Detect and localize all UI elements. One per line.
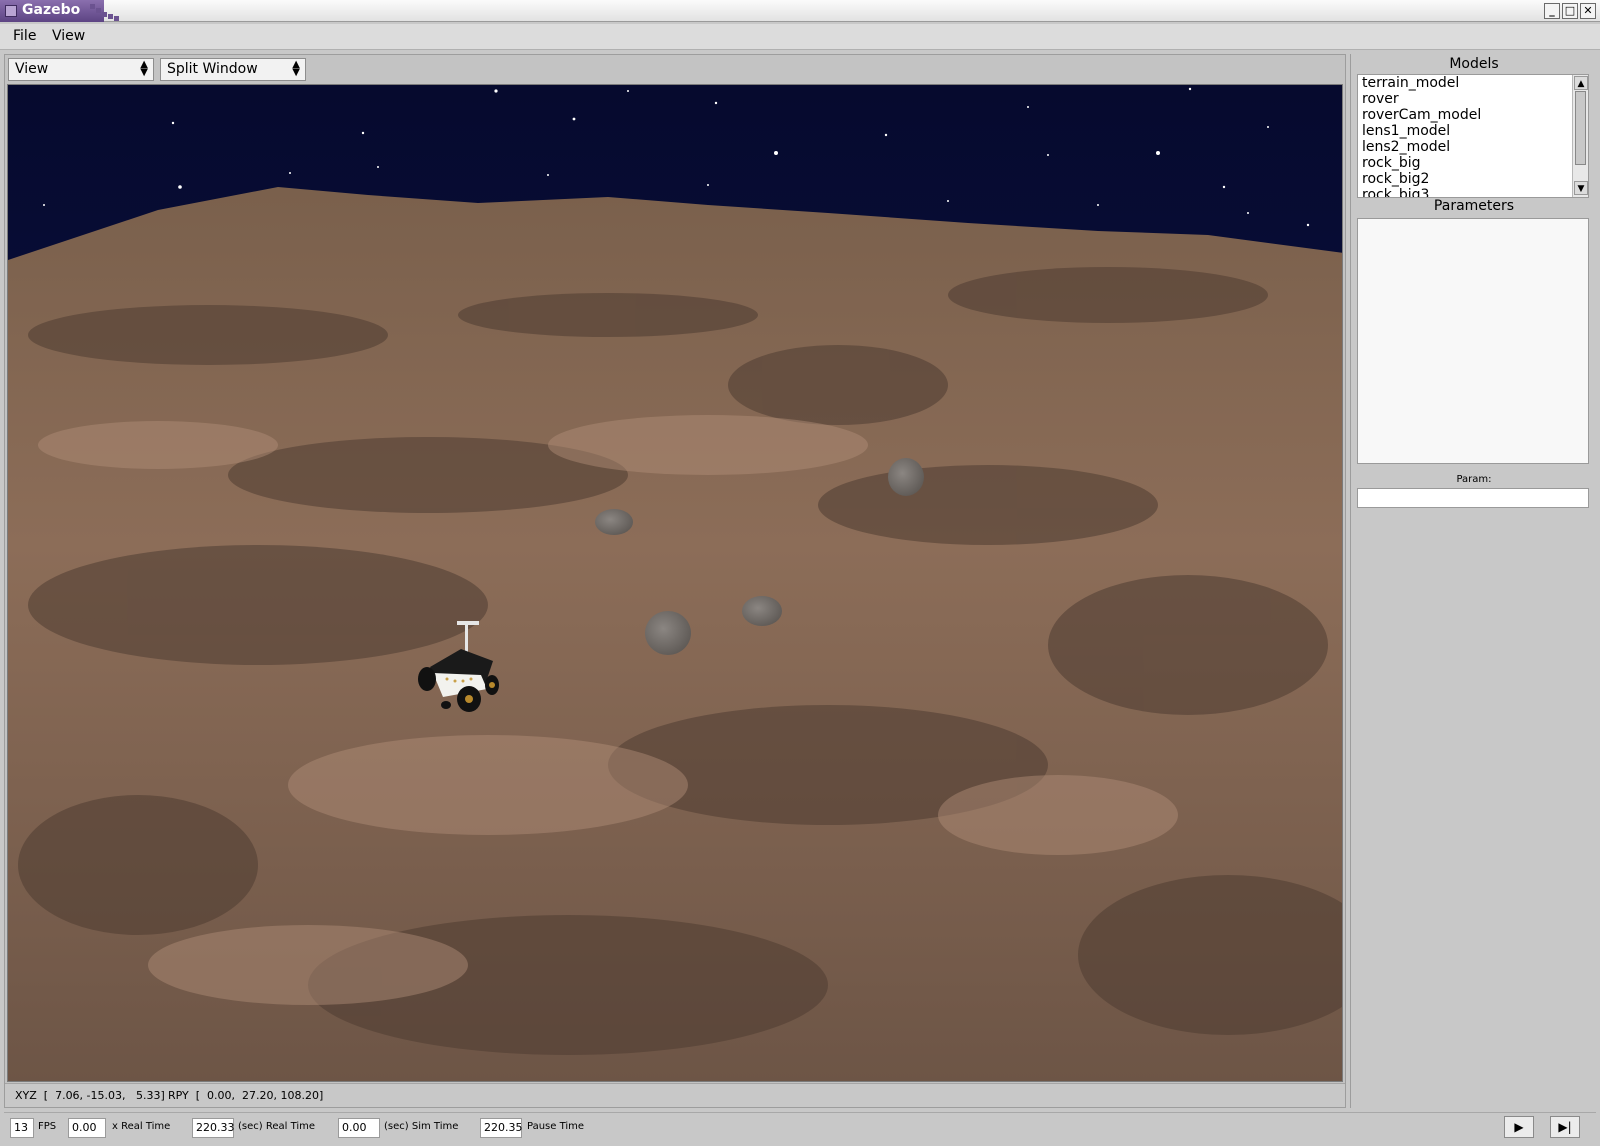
sim-time-field[interactable]: 0.00 xyxy=(338,1118,380,1138)
models-list[interactable]: terrain_model rover roverCam_model lens1… xyxy=(1357,74,1589,198)
minimize-icon[interactable]: _ xyxy=(1544,3,1560,19)
play-icon: ▶ xyxy=(1514,1120,1524,1134)
fps-field[interactable]: 13 xyxy=(10,1118,34,1138)
view-select[interactable]: View ▲ ▼ xyxy=(8,58,154,81)
list-item[interactable]: lens2_model xyxy=(1362,139,1450,155)
view-toolbar: View ▲ ▼ Split Window ▲ ▼ xyxy=(5,55,1345,83)
sim-time-label: (sec) Sim Time xyxy=(384,1121,459,1132)
step-button[interactable]: ▶| xyxy=(1550,1116,1580,1138)
scroll-thumb[interactable] xyxy=(1575,91,1586,165)
menu-view[interactable]: View xyxy=(52,28,85,44)
updown-arrow-icon: ▲ ▼ xyxy=(292,59,300,78)
list-item[interactable]: lens1_model xyxy=(1362,123,1450,139)
updown-arrow-icon: ▲ ▼ xyxy=(140,59,148,78)
list-item[interactable]: rock_big xyxy=(1362,155,1420,171)
pause-time-label: Pause Time xyxy=(527,1121,585,1132)
menu-bar: File View xyxy=(0,24,1600,50)
view-select-value: View xyxy=(15,61,49,77)
rpy-readout: RPY [ 0.00, 27.20, 108.20] xyxy=(168,1089,324,1102)
list-item[interactable]: rover xyxy=(1362,91,1399,107)
xyz-readout: XYZ [ 7.06, -15.03, 5.33] xyxy=(15,1089,165,1102)
split-window-value: Split Window xyxy=(167,61,258,77)
list-item[interactable]: rock_big3 xyxy=(1362,187,1429,197)
close-icon[interactable]: ✕ xyxy=(1580,3,1596,19)
param-input[interactable] xyxy=(1357,488,1589,508)
scene-render xyxy=(8,85,1342,1081)
x-real-time-field[interactable]: 0.00 xyxy=(68,1118,106,1138)
step-icon: ▶| xyxy=(1558,1120,1572,1134)
pose-status-line: XYZ [ 7.06, -15.03, 5.33] RPY [ 0.00, 27… xyxy=(5,1083,1345,1107)
param-label: Param: xyxy=(1456,474,1492,485)
real-time-field[interactable]: 220.33 xyxy=(192,1118,235,1138)
maximize-icon[interactable]: □ xyxy=(1562,3,1578,19)
models-title: Models xyxy=(1449,56,1499,72)
pause-time-field[interactable]: 220.35 xyxy=(480,1118,523,1138)
render-panel: View ▲ ▼ Split Window ▲ ▼ XYZ [7.06, -1… xyxy=(4,54,1346,1108)
list-item[interactable]: terrain_model xyxy=(1362,75,1459,91)
time-bar: 13 FPS 0.00 x Real Time 220.33 (sec) Rea… xyxy=(4,1112,1596,1142)
menu-file[interactable]: File xyxy=(13,28,36,44)
app-icon xyxy=(5,5,17,17)
play-button[interactable]: ▶ xyxy=(1504,1116,1534,1138)
parameters-title: Parameters xyxy=(1433,198,1515,214)
3d-viewport[interactable] xyxy=(7,84,1343,1082)
fps-label: FPS xyxy=(38,1121,57,1132)
list-item[interactable]: roverCam_model xyxy=(1362,107,1481,123)
list-item[interactable]: rock_big2 xyxy=(1362,171,1429,187)
parameters-panel[interactable] xyxy=(1357,218,1589,464)
scroll-up-icon[interactable]: ▲ xyxy=(1574,76,1588,90)
split-window-select[interactable]: Split Window ▲ ▼ xyxy=(160,58,306,81)
title-bar: Gazebo _ □ ✕ xyxy=(0,0,1600,22)
models-scrollbar[interactable]: ▲ ▼ xyxy=(1572,75,1588,197)
title-tab: Gazebo xyxy=(0,0,104,22)
title-decoration xyxy=(90,4,126,22)
sidebar: Models terrain_model rover roverCam_mode… xyxy=(1350,54,1596,1108)
real-time-label: (sec) Real Time xyxy=(238,1121,316,1132)
scroll-down-icon[interactable]: ▼ xyxy=(1574,181,1588,195)
x-real-time-label: x Real Time xyxy=(112,1121,171,1132)
window-title: Gazebo xyxy=(22,2,81,18)
